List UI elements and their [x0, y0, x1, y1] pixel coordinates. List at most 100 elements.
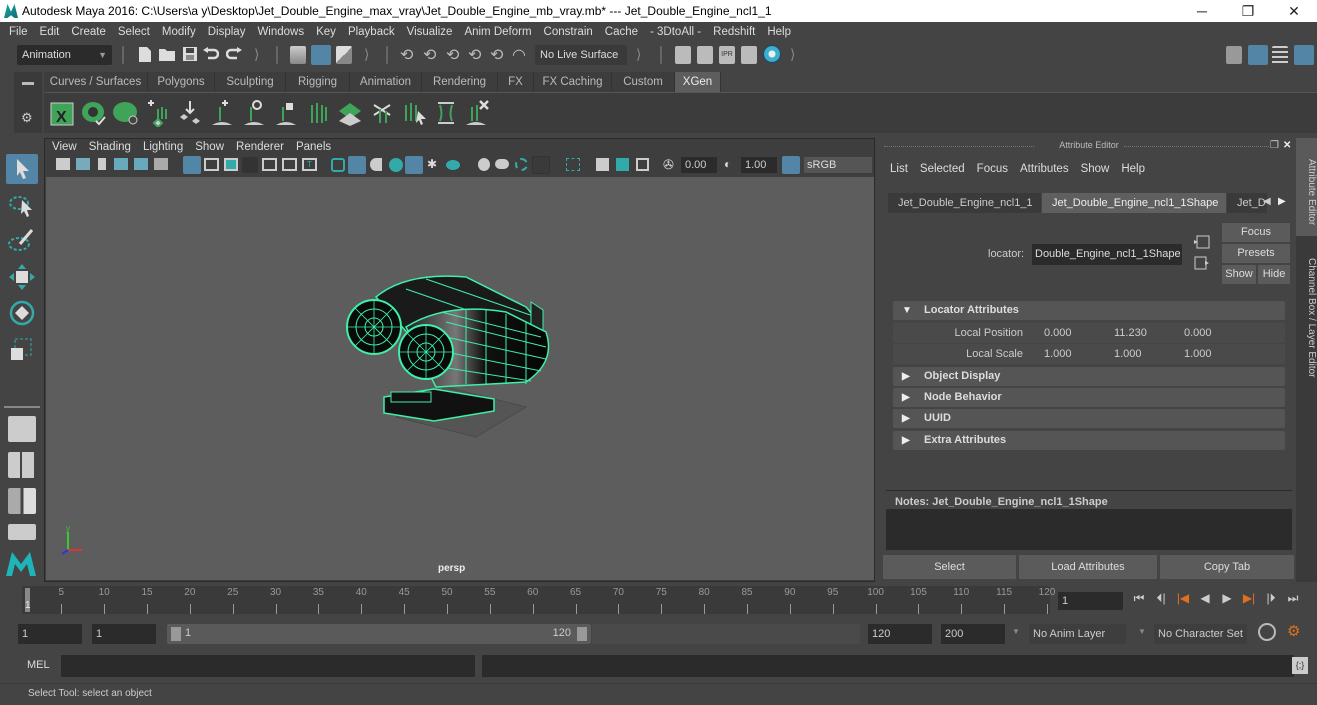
film-gate-icon[interactable] — [204, 158, 219, 171]
command-input[interactable] — [61, 655, 475, 677]
menu-file[interactable]: File — [0, 22, 34, 42]
menu-select[interactable]: Select — [112, 22, 156, 42]
select-object-icon[interactable] — [311, 45, 331, 65]
render-sequence-icon[interactable] — [697, 46, 713, 64]
vp-menu-renderer[interactable]: Renderer — [230, 139, 290, 155]
menu-display[interactable]: Display — [202, 22, 252, 42]
shelf-tab-custom[interactable]: Custom — [612, 72, 675, 92]
shelf-menu-icon[interactable] — [22, 82, 34, 85]
view-transform-dropdown[interactable]: sRGB gamma — [804, 157, 872, 187]
presets-button[interactable]: Presets — [1222, 244, 1290, 263]
image-plane-icon[interactable] — [114, 158, 128, 170]
maya-home-icon[interactable] — [4, 548, 38, 578]
anim-layer-dropdown[interactable]: No Anim Layer — [1029, 624, 1126, 644]
local-scale-x-field[interactable]: 1.000 — [1040, 345, 1108, 363]
local-position-y-field[interactable]: 11.230 — [1110, 324, 1178, 342]
camera-attributes-icon[interactable] — [76, 158, 90, 170]
add-guide-icon[interactable] — [208, 99, 236, 127]
resolution-gate-icon[interactable] — [224, 158, 238, 171]
xray-active-icon[interactable] — [616, 158, 629, 171]
snap-view-plane-icon[interactable]: ⟲ — [468, 45, 481, 65]
safe-title-icon[interactable]: T — [302, 158, 317, 171]
ae-menu-help[interactable]: Help — [1115, 160, 1151, 178]
drag-handle[interactable] — [1124, 146, 1269, 147]
menu-help[interactable]: Help — [761, 22, 797, 42]
snap-live-icon[interactable]: ◠ — [512, 45, 526, 65]
maximize-button[interactable]: ❐ — [1225, 0, 1271, 22]
lights-icon[interactable]: ✱ — [427, 157, 437, 171]
redo-icon[interactable] — [226, 47, 242, 61]
channel-box-toggle-icon[interactable] — [1294, 45, 1314, 65]
drag-handle[interactable] — [884, 146, 1034, 147]
save-scene-icon[interactable] — [182, 46, 198, 62]
shelf-tab-animation[interactable]: Animation — [350, 72, 422, 92]
ae-tab-transform[interactable]: Jet_Double_Engine_ncl1_1 — [888, 193, 1041, 213]
shelf-tab-rendering[interactable]: Rendering — [422, 72, 498, 92]
rotate-guide-icon[interactable] — [240, 99, 268, 127]
hide-description-icon[interactable] — [112, 99, 140, 127]
smooth-shade-icon[interactable] — [348, 156, 366, 174]
close-button[interactable]: ✕ — [1271, 0, 1317, 22]
output-connections-icon[interactable] — [1194, 256, 1210, 270]
range-start-handle[interactable] — [171, 627, 181, 641]
menu-3dtoall[interactable]: - 3DtoAll - — [644, 22, 707, 42]
anti-aliasing-icon[interactable] — [515, 158, 528, 171]
select-guide-icon[interactable] — [400, 99, 428, 127]
script-language-toggle[interactable]: MEL — [27, 659, 50, 671]
hypershade-icon[interactable] — [763, 45, 781, 63]
new-scene-icon[interactable] — [138, 46, 152, 63]
step-forward-frame-icon[interactable]: |⏵ — [1260, 591, 1282, 606]
time-slider-track[interactable]: 5 10 15 20 25 30 35 40 45 50 55 60 65 70 75 80 85 90 95 100… — [22, 586, 1055, 614]
copy-tab-button[interactable]: Copy Tab — [1160, 555, 1294, 579]
guide-bounds-icon[interactable] — [432, 99, 460, 127]
shelf-tab-polygons[interactable]: Polygons — [148, 72, 215, 92]
menu-playback[interactable]: Playback — [342, 22, 401, 42]
menu-redshift[interactable]: Redshift — [707, 22, 761, 42]
current-frame-field[interactable]: 1 — [1058, 592, 1123, 610]
camera-select-icon[interactable] — [56, 158, 70, 170]
show-button[interactable]: Show — [1222, 265, 1256, 284]
guides-to-curves-icon[interactable] — [304, 99, 332, 127]
safe-action-icon[interactable] — [282, 158, 297, 171]
scale-tool-button[interactable] — [6, 334, 38, 364]
animation-end-field[interactable]: 200 — [941, 624, 1005, 644]
menu-create[interactable]: Create — [65, 22, 112, 42]
chevron-down-icon[interactable]: ▼ — [1138, 627, 1146, 636]
shelf-tab-fx-caching[interactable]: FX Caching — [534, 72, 612, 92]
section-extra-attributes[interactable]: ▶ Extra Attributes — [893, 431, 1285, 450]
select-hierarchy-icon[interactable] — [290, 46, 306, 64]
ae-tab-more[interactable]: Jet_D — [1227, 193, 1267, 213]
snap-surface-icon[interactable]: ⟲ — [490, 45, 503, 65]
gate-mask-icon[interactable] — [242, 157, 258, 173]
vp-menu-panels[interactable]: Panels — [290, 139, 337, 155]
xray-joints-icon[interactable] — [596, 158, 609, 171]
local-scale-y-field[interactable]: 1.000 — [1110, 345, 1178, 363]
lasso-tool-button[interactable] — [6, 190, 38, 220]
side-tab-channel-box[interactable]: Channel Box / Layer Editor — [1296, 246, 1317, 386]
snap-grid-icon[interactable]: ⟲ — [400, 45, 413, 65]
shelf-tab-fx[interactable]: FX — [498, 72, 534, 92]
local-position-x-field[interactable]: 0.000 — [1040, 324, 1108, 342]
collapse-arrow-icon[interactable]: ⟩ — [364, 46, 369, 63]
playback-end-field[interactable]: 120 — [868, 624, 932, 644]
select-component-icon[interactable] — [336, 46, 352, 64]
shelf-tab-xgen[interactable]: XGen — [675, 72, 721, 92]
animation-preferences-icon[interactable]: ⚙ — [1287, 622, 1300, 640]
persp-graph-layout-icon[interactable] — [8, 524, 36, 540]
2d-pan-zoom-icon[interactable] — [134, 158, 148, 170]
ae-menu-attributes[interactable]: Attributes — [1014, 160, 1075, 178]
float-panel-icon[interactable]: ❐ — [1270, 140, 1279, 151]
step-forward-key-icon[interactable]: ▶| — [1238, 591, 1260, 605]
delete-guide-icon[interactable] — [464, 99, 492, 127]
vp-menu-view[interactable]: View — [46, 139, 83, 155]
vp-menu-show[interactable]: Show — [189, 139, 230, 155]
close-panel-icon[interactable]: ✕ — [1283, 140, 1291, 151]
isolate-select-icon[interactable] — [566, 158, 580, 171]
minimize-button[interactable]: ─ — [1179, 0, 1225, 22]
modeling-toolkit-icon[interactable] — [1226, 46, 1242, 64]
play-forwards-icon[interactable]: ▶ — [1216, 591, 1238, 605]
ae-tab-shape[interactable]: Jet_Double_Engine_ncl1_1Shape — [1042, 193, 1226, 213]
color-management-icon[interactable] — [782, 156, 800, 174]
menu-key[interactable]: Key — [310, 22, 342, 42]
play-backwards-icon[interactable]: ◀ — [1194, 591, 1216, 605]
